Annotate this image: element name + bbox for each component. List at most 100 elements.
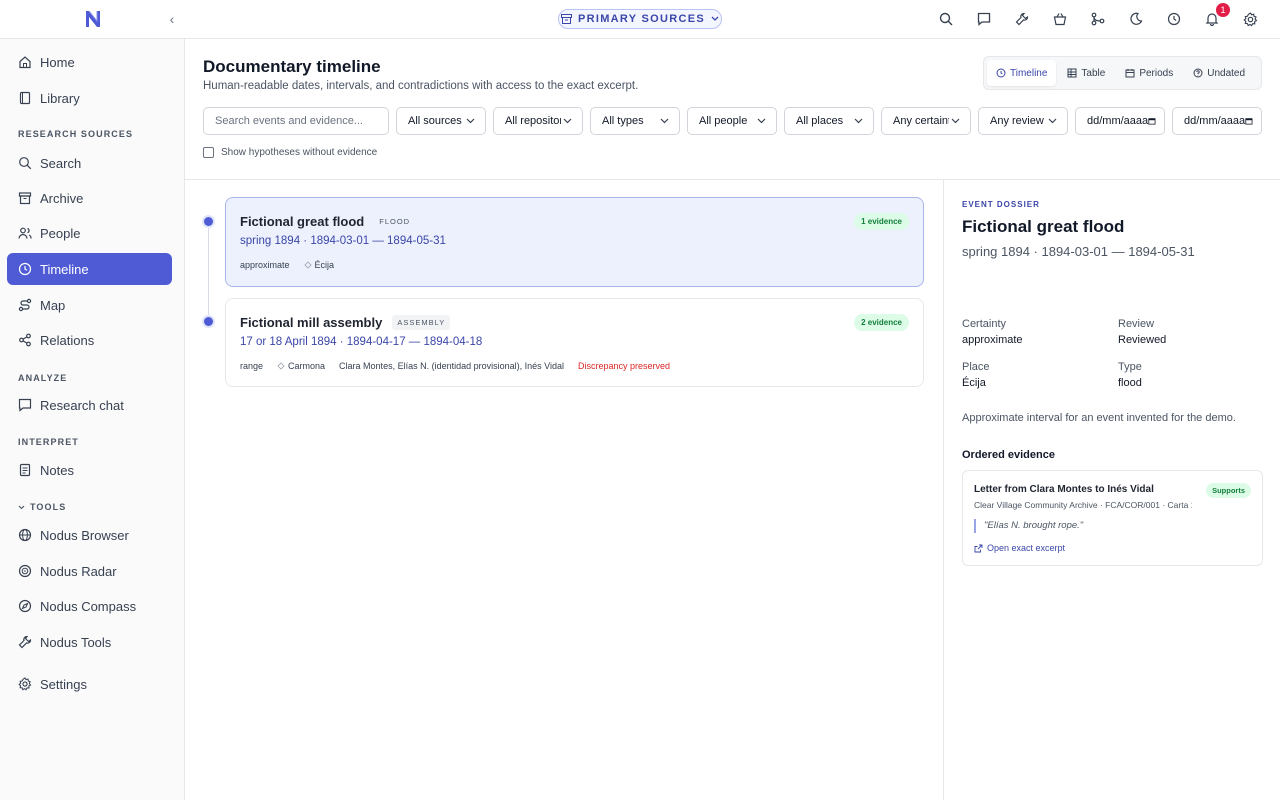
filter-source[interactable]: All sources (396, 107, 486, 135)
location-pin-icon (277, 362, 285, 370)
evidence-title: Letter from Clara Montes to Inés Vidal (974, 484, 1154, 495)
gear-icon (18, 677, 32, 691)
filter-certainty[interactable]: Any certainty (881, 107, 971, 135)
sidebar-item-nodus-browser[interactable]: Nodus Browser (7, 519, 172, 551)
dossier-label: EVENT DOSSIER (962, 200, 1040, 209)
sidebar-item-research-chat[interactable]: Research chat (7, 389, 172, 421)
sidebar-item-people[interactable]: People (7, 217, 172, 249)
sidebar-item-label: Library (40, 90, 80, 106)
date-from-input[interactable]: dd/mm/aaaa (1075, 107, 1165, 135)
chat-icon[interactable] (974, 8, 994, 30)
event-card[interactable]: Fictional mill assembly ASSEMBLY 2 evide… (225, 298, 924, 387)
sidebar-item-relations[interactable]: Relations (7, 324, 172, 356)
page-title: Documentary timeline (203, 57, 381, 76)
chevron-down-icon (660, 118, 669, 124)
date-to-value: dd/mm/aaaa (1184, 115, 1246, 127)
tab-periods[interactable]: Periods (1116, 60, 1182, 86)
search-icon (19, 157, 32, 170)
dossier-place: Place Écija (962, 361, 990, 389)
filter-repository[interactable]: All repositories (493, 107, 583, 135)
tab-timeline[interactable]: Timeline (987, 60, 1057, 86)
sidebar-item-home[interactable]: Home (7, 46, 172, 78)
event-place: Carmona (277, 361, 325, 371)
search-icon[interactable] (936, 8, 956, 30)
sidebar-item-map[interactable]: Map (7, 289, 172, 321)
field-label: Type (1118, 361, 1142, 373)
timeline-marker (204, 317, 213, 326)
globe-icon (18, 528, 32, 542)
notifications-bell-icon[interactable]: 1 (1202, 3, 1230, 30)
calendar-icon (1125, 69, 1135, 78)
filter-review[interactable]: Any review (978, 107, 1068, 135)
evidence-quote: "Elías N. brought rope." (974, 519, 1083, 533)
basket-icon[interactable] (1050, 8, 1070, 30)
wrench-icon (18, 635, 32, 649)
search-placeholder: Search events and evidence... (215, 115, 363, 127)
section-analyze: ANALYZE (18, 373, 68, 383)
clock-icon (18, 262, 32, 276)
filter-people[interactable]: All people (687, 107, 777, 135)
field-value: flood (1118, 377, 1142, 389)
event-card[interactable]: Fictional great flood FLOOD 1 evidence s… (225, 197, 924, 287)
tab-table-label: Table (1081, 67, 1106, 79)
dossier-certainty: Certainty approximate (962, 318, 1023, 346)
chevron-down-icon (466, 118, 475, 124)
discrepancy-flag: Discrepancy preserved (578, 361, 671, 371)
filter-places[interactable]: All places (784, 107, 874, 135)
show-hypotheses-toggle[interactable]: Show hypotheses without evidence (203, 147, 377, 158)
field-value: Reviewed (1118, 334, 1167, 346)
timeline-marker (204, 217, 213, 226)
sidebar-item-label: Archive (40, 190, 84, 206)
evidence-stance-badge: Supports (1206, 483, 1251, 498)
tab-table[interactable]: Table (1058, 60, 1114, 86)
search-input[interactable]: Search events and evidence... (203, 107, 389, 135)
tab-timeline-label: Timeline (1010, 67, 1048, 79)
evidence-card[interactable]: Letter from Clara Montes to Inés Vidal C… (962, 470, 1263, 566)
date-to-input[interactable]: dd/mm/aaaa (1172, 107, 1262, 135)
scope-label: PRIMARY SOURCES (577, 13, 706, 25)
gear-icon[interactable] (1240, 8, 1260, 30)
timeline-line (208, 220, 209, 322)
sidebar-item-notes[interactable]: Notes (7, 454, 172, 486)
event-meta: range Carmona Clara Montes, Elías N. (id… (240, 361, 670, 371)
event-people: Clara Montes, Elías N. (identidad provis… (339, 361, 564, 371)
event-dossier-panel: EVENT DOSSIER Fictional great flood spri… (943, 180, 1280, 800)
event-place: Écija (303, 260, 334, 270)
chevron-down-icon (854, 118, 863, 124)
sidebar-item-search[interactable]: Search (7, 147, 172, 179)
chevron-down-icon (757, 118, 766, 124)
evidence-count-badge: 2 evidence (854, 314, 909, 331)
top-icon-bar: 1 (936, 3, 1260, 30)
event-type-tag: FLOOD (379, 217, 411, 226)
tab-periods-label: Periods (1139, 67, 1174, 79)
history-clock-icon[interactable] (1164, 8, 1184, 30)
sidebar-item-nodus-compass[interactable]: Nodus Compass (7, 590, 172, 622)
section-research-sources: RESEARCH SOURCES (18, 129, 134, 139)
collapse-sidebar-icon[interactable]: ‹ (164, 11, 180, 27)
radar-icon (18, 564, 32, 578)
open-exact-excerpt-link[interactable]: Open exact excerpt (974, 543, 1065, 553)
tab-undated[interactable]: Undated (1184, 60, 1254, 86)
moon-icon[interactable] (1126, 8, 1146, 30)
filter-types[interactable]: All types (590, 107, 680, 135)
calendar-icon (1148, 118, 1156, 125)
scope-selector[interactable]: PRIMARY SOURCES (558, 9, 722, 29)
wrench-icon[interactable] (1012, 8, 1032, 30)
section-tools[interactable]: TOOLS (18, 502, 66, 512)
sidebar-item-archive[interactable]: Archive (7, 182, 172, 214)
chevron-down-icon (563, 118, 572, 124)
field-label: Certainty (962, 318, 1007, 330)
sidebar-item-nodus-radar[interactable]: Nodus Radar (7, 555, 172, 587)
sidebar-item-timeline[interactable]: Timeline (7, 253, 172, 285)
field-value: Écija (962, 377, 986, 389)
app-logo-icon[interactable] (84, 9, 102, 29)
sidebar-item-label: Research chat (40, 397, 124, 413)
tab-undated-label: Undated (1207, 67, 1246, 79)
sidebar-item-label: Timeline (40, 261, 89, 277)
git-merge-icon[interactable] (1088, 8, 1108, 30)
sidebar-item-settings[interactable]: Settings (7, 668, 172, 700)
sidebar-item-nodus-tools[interactable]: Nodus Tools (7, 626, 172, 658)
event-meta: approximate Écija (240, 260, 334, 270)
hypotheses-checkbox[interactable] (203, 147, 214, 158)
sidebar-item-library[interactable]: Library (7, 82, 172, 114)
